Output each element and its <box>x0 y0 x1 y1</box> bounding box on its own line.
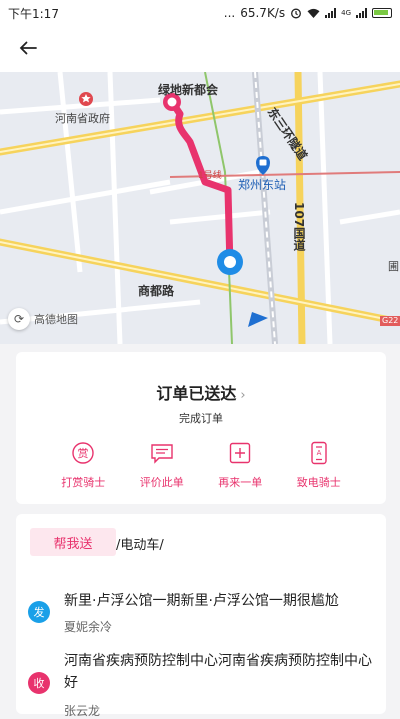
map-label-station: 郑州东站 <box>238 178 287 192</box>
back-arrow-icon <box>19 41 37 55</box>
receiver-address: 河南省疾病预防控制中心河南省疾病预防控制中心好 <box>64 653 372 691</box>
wifi-icon <box>307 8 320 18</box>
status-time: 下午1:17 <box>8 6 59 21</box>
review-order-button[interactable]: 评价此单 <box>130 440 194 490</box>
map-label-line1: 1号线 <box>198 171 222 181</box>
refresh-icon[interactable]: ⟳ <box>8 308 30 330</box>
signal-icon <box>325 8 337 18</box>
alarm-icon <box>291 8 302 19</box>
map-label-community: 绿地新都会 <box>158 83 219 97</box>
signal-icon-2 <box>356 8 367 18</box>
status-right: ... 65.7K/s 4G <box>224 6 392 20</box>
order-status-card: 订单已送达 › 完成订单 赏 打赏骑士 评价此单 再来一单 A 致电骑士 <box>16 352 386 504</box>
network-speed: 65.7K/s <box>240 6 286 20</box>
chevron-right-icon: › <box>240 388 246 403</box>
map-provider-label: 高德地图 <box>34 313 78 326</box>
receiver-row[interactable]: 收 河南省疾病预防控制中心河南省疾病预防控制中心好 张云龙 <box>28 650 378 718</box>
battery-icon <box>372 8 392 18</box>
reorder-label: 再来一单 <box>218 476 263 489</box>
network-type: 4G <box>341 8 351 17</box>
vehicle-type: /电动车/ <box>116 538 164 553</box>
svg-text:赏: 赏 <box>78 447 89 460</box>
gov-pin <box>79 92 93 106</box>
call-rider-button[interactable]: A 致电骑士 <box>287 440 351 490</box>
sender-row[interactable]: 发 新里·卢浮公馆一期新里·卢浮公馆一期很尴尬 夏妮余冷 <box>28 590 378 640</box>
map-provider: ⟳ 高德地图 <box>8 308 78 330</box>
reorder-button[interactable]: 再来一单 <box>208 440 272 490</box>
map-label-gov: 河南省政府 <box>55 112 110 125</box>
tip-rider-button[interactable]: 赏 打赏骑士 <box>51 440 115 490</box>
tip-rider-label: 打赏骑士 <box>61 476 106 489</box>
review-icon <box>149 440 175 466</box>
receiver-badge: 收 <box>28 672 50 694</box>
reorder-icon <box>227 440 253 466</box>
tip-icon: 赏 <box>70 440 96 466</box>
order-status-title: 订单已送达 <box>156 384 237 403</box>
order-actions: 赏 打赏骑士 评价此单 再来一单 A 致电骑士 <box>16 440 386 490</box>
sender-badge: 发 <box>28 601 50 623</box>
map-label-edge: 圃 <box>388 260 399 273</box>
back-button[interactable] <box>14 34 42 62</box>
map-label-national: 107国道 <box>292 202 306 252</box>
delivery-map[interactable]: 河南省政府 绿地新都会 郑州东站 1号线 商都路 东三环隧道 107国道 G22… <box>0 72 400 344</box>
map-label-highway: G22 <box>382 316 399 325</box>
order-detail-card: 帮我送 /电动车/ 发 新里·卢浮公馆一期新里·卢浮公馆一期很尴尬 夏妮余冷 收… <box>16 514 386 718</box>
order-status[interactable]: 订单已送达 › <box>16 380 386 404</box>
map-label-shangdu: 商都路 <box>138 284 175 298</box>
phone-icon: A <box>306 440 332 466</box>
nav-bar <box>0 26 400 72</box>
status-dots: ... <box>223 6 236 20</box>
sender-name: 夏妮余冷 <box>64 620 113 634</box>
service-tag[interactable]: 帮我送 <box>30 528 116 556</box>
sender-address: 新里·卢浮公馆一期新里·卢浮公馆一期很尴尬 <box>64 593 339 609</box>
call-rider-label: 致电骑士 <box>296 476 341 489</box>
svg-text:A: A <box>316 449 321 457</box>
review-order-label: 评价此单 <box>139 476 184 489</box>
status-bar: 下午1:17 ... 65.7K/s 4G <box>0 0 400 26</box>
order-status-sub: 完成订单 <box>179 412 223 425</box>
